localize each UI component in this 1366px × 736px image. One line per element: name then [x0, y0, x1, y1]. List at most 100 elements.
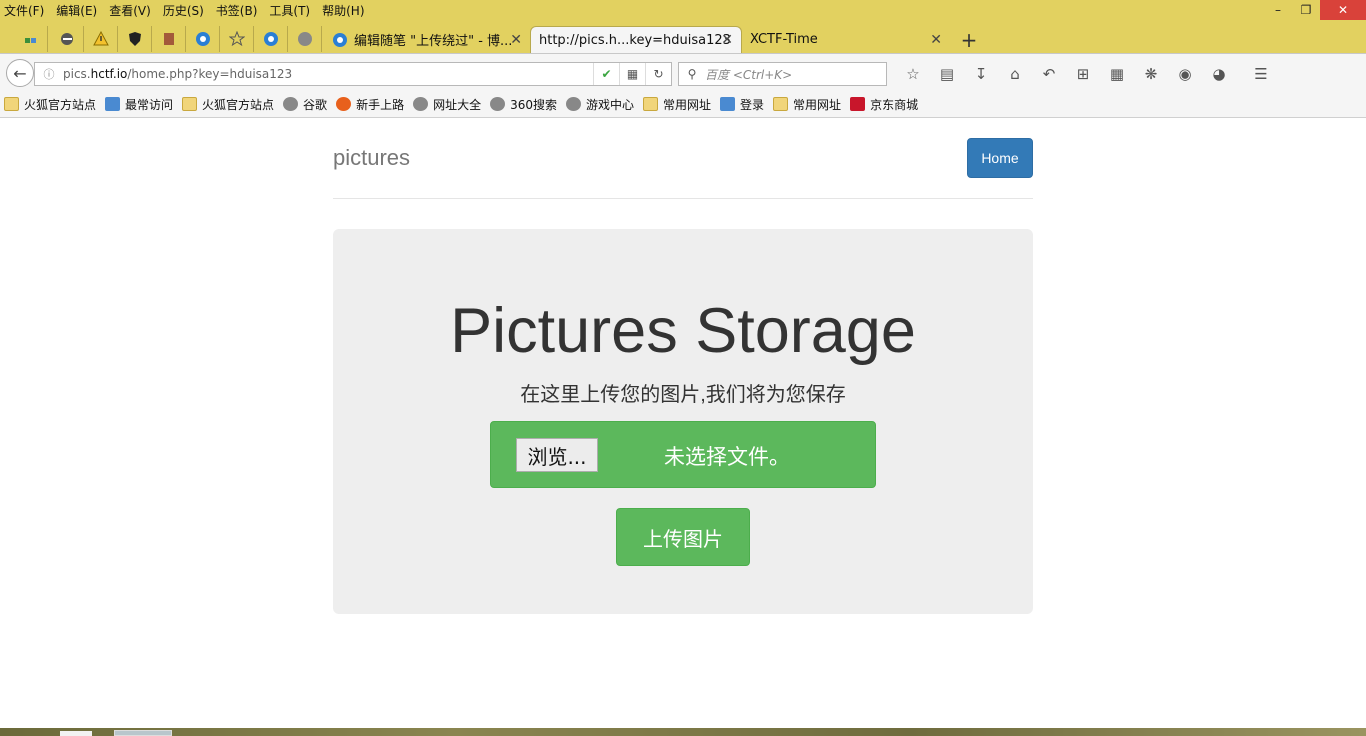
home-button[interactable]: Home: [967, 138, 1033, 178]
shield-icon: [128, 32, 141, 46]
page-title: Pictures Storage: [450, 296, 916, 366]
pinned-tab-browser[interactable]: [186, 26, 220, 52]
file-status-text: 未选择文件。: [664, 445, 790, 469]
menu-file[interactable]: 文件(F): [4, 2, 44, 19]
menu-bookmarks[interactable]: 书签(B): [216, 2, 258, 19]
bookmark-item[interactable]: 最常访问: [105, 96, 173, 113]
tab-pics[interactable]: http://pics.h...key=hduisa123 ✕: [530, 26, 742, 53]
back-arrow-icon: ←: [13, 63, 27, 83]
browser-chrome: 文件(F) 编辑(E) 查看(V) 历史(S) 书签(B) 工具(T) 帮助(H…: [0, 0, 1366, 53]
pinned-tab-globe[interactable]: [288, 26, 322, 52]
book-icon: [163, 33, 174, 45]
bookmark-star-icon[interactable]: ☆: [896, 62, 930, 86]
bookmark-item[interactable]: 京东商城: [850, 96, 918, 113]
window-controls: – ❐ ✕: [1264, 0, 1366, 20]
globe-icon: [283, 97, 299, 111]
shield-check-icon[interactable]: ✔: [593, 63, 619, 85]
taskbar: [0, 728, 1366, 736]
pinned-tab-book[interactable]: [152, 26, 186, 52]
jd-icon: [850, 97, 866, 111]
pinned-tab-tool[interactable]: [50, 26, 84, 52]
bookmark-item[interactable]: 谷歌: [283, 96, 327, 113]
home-icon[interactable]: ⌂: [998, 62, 1032, 86]
back-button[interactable]: ←: [6, 59, 34, 87]
browser-icon: [263, 32, 278, 46]
info-icon[interactable]: ⓘ: [35, 66, 63, 82]
profile-icon[interactable]: ◕: [1202, 62, 1236, 86]
browser-icon: [195, 32, 210, 46]
crop-icon[interactable]: ⊞: [1066, 62, 1100, 86]
close-tab-icon[interactable]: ✕: [510, 32, 522, 48]
folder-icon: [773, 97, 789, 111]
bookmark-item[interactable]: 火狐官方站点: [182, 96, 274, 113]
globe-icon: [490, 97, 506, 111]
pinned-tab-shield[interactable]: [118, 26, 152, 52]
bookmark-item[interactable]: 登录: [720, 96, 764, 113]
taskbar-item[interactable]: [114, 730, 172, 736]
menu-view[interactable]: 查看(V): [109, 2, 151, 19]
search-bar[interactable]: ⚲ 百度 <Ctrl+K>: [678, 62, 887, 86]
bookmark-item[interactable]: 常用网址: [643, 96, 711, 113]
new-tab-button[interactable]: +: [955, 26, 983, 53]
upload-button[interactable]: 上传图片: [616, 508, 750, 566]
taskbar-item[interactable]: [60, 731, 92, 736]
globe-icon: [566, 97, 581, 111]
warning-icon: [92, 31, 109, 46]
globe-icon: [297, 32, 312, 46]
tab-strip: 编辑随笔 "上传绕过" - 博... ✕ http://pics.h...key…: [0, 24, 1366, 53]
address-bar[interactable]: ⓘ pics.hctf.io/home.php?key=hduisa123 ✔ …: [34, 62, 672, 86]
tab-label: 编辑随笔 "上传绕过" - 博...: [354, 34, 513, 49]
pinned-tab-grid[interactable]: [14, 26, 48, 52]
pinned-tab-warning[interactable]: [84, 26, 118, 52]
tab-label: http://pics.h...key=hduisa123: [539, 32, 731, 48]
menu-help[interactable]: 帮助(H): [322, 2, 364, 19]
address-text: pics.hctf.io/home.php?key=hduisa123: [63, 67, 293, 81]
folder-icon: [182, 97, 198, 111]
menu-bar: 文件(F) 编辑(E) 查看(V) 历史(S) 书签(B) 工具(T) 帮助(H…: [0, 0, 377, 20]
jumbotron: Pictures Storage 在这里上传您的图片,我们将为您保存 浏览...…: [333, 229, 1033, 614]
file-input[interactable]: 浏览... 未选择文件。: [490, 421, 876, 488]
close-tab-icon[interactable]: ✕: [930, 32, 942, 48]
hamburger-menu-icon[interactable]: ☰: [1244, 62, 1278, 86]
menu-edit[interactable]: 编辑(E): [56, 2, 97, 19]
chat-icon[interactable]: ◉: [1168, 62, 1202, 86]
site-header: pictures Home: [333, 118, 1033, 199]
page-content: pictures Home Pictures Storage 在这里上传您的图片…: [0, 118, 1366, 728]
undo-icon[interactable]: ↶: [1032, 62, 1066, 86]
restore-button[interactable]: ❐: [1292, 0, 1320, 20]
bookmark-item[interactable]: 360搜索: [490, 96, 557, 113]
reload-icon[interactable]: ↻: [645, 63, 671, 85]
bookmark-item[interactable]: 火狐官方站点: [4, 96, 96, 113]
browser-icon: [333, 32, 347, 47]
pinned-tab-star[interactable]: [220, 26, 254, 52]
wrench-icon: [60, 33, 73, 45]
toolbar-icons: ☆ ▤ ↧ ⌂ ↶ ⊞ ▦ ❋ ◉ ◕ ☰: [896, 62, 1278, 86]
download-icon[interactable]: ↧: [964, 62, 998, 86]
pinned-tab-browser-2[interactable]: [254, 26, 288, 52]
browse-button[interactable]: 浏览...: [516, 438, 598, 472]
extension-icon[interactable]: ❋: [1134, 62, 1168, 86]
menu-tools[interactable]: 工具(T): [269, 2, 310, 19]
close-tab-icon[interactable]: ✕: [721, 32, 733, 48]
folder-icon: [643, 97, 659, 111]
page-subtitle: 在这里上传您的图片,我们将为您保存: [520, 384, 846, 406]
site-brand[interactable]: pictures: [333, 145, 410, 171]
bookmark-item[interactable]: 新手上路: [336, 96, 404, 113]
tab-xctf-time[interactable]: XCTF-Time ✕: [742, 26, 950, 53]
qr-code-icon[interactable]: ▦: [619, 63, 645, 85]
search-icon: ⚲: [687, 67, 697, 81]
bookmark-item[interactable]: 网址大全: [413, 96, 481, 113]
minimize-button[interactable]: –: [1264, 0, 1292, 20]
reading-list-icon[interactable]: ▤: [930, 62, 964, 86]
close-window-button[interactable]: ✕: [1320, 0, 1366, 20]
bookmark-item[interactable]: 游戏中心: [566, 96, 634, 113]
grid-icon: [24, 38, 36, 43]
navigation-bar: ← ⓘ pics.hctf.io/home.php?key=hduisa123 …: [0, 53, 1366, 91]
star-icon: [228, 31, 245, 47]
reader-icon[interactable]: ▦: [1100, 62, 1134, 86]
menu-history[interactable]: 历史(S): [163, 2, 204, 19]
firefox-icon: [336, 97, 352, 111]
tab-blog-edit[interactable]: 编辑随笔 "上传绕过" - 博... ✕: [324, 26, 530, 53]
bookmark-item[interactable]: 常用网址: [773, 96, 841, 113]
folder-icon: [4, 97, 19, 111]
